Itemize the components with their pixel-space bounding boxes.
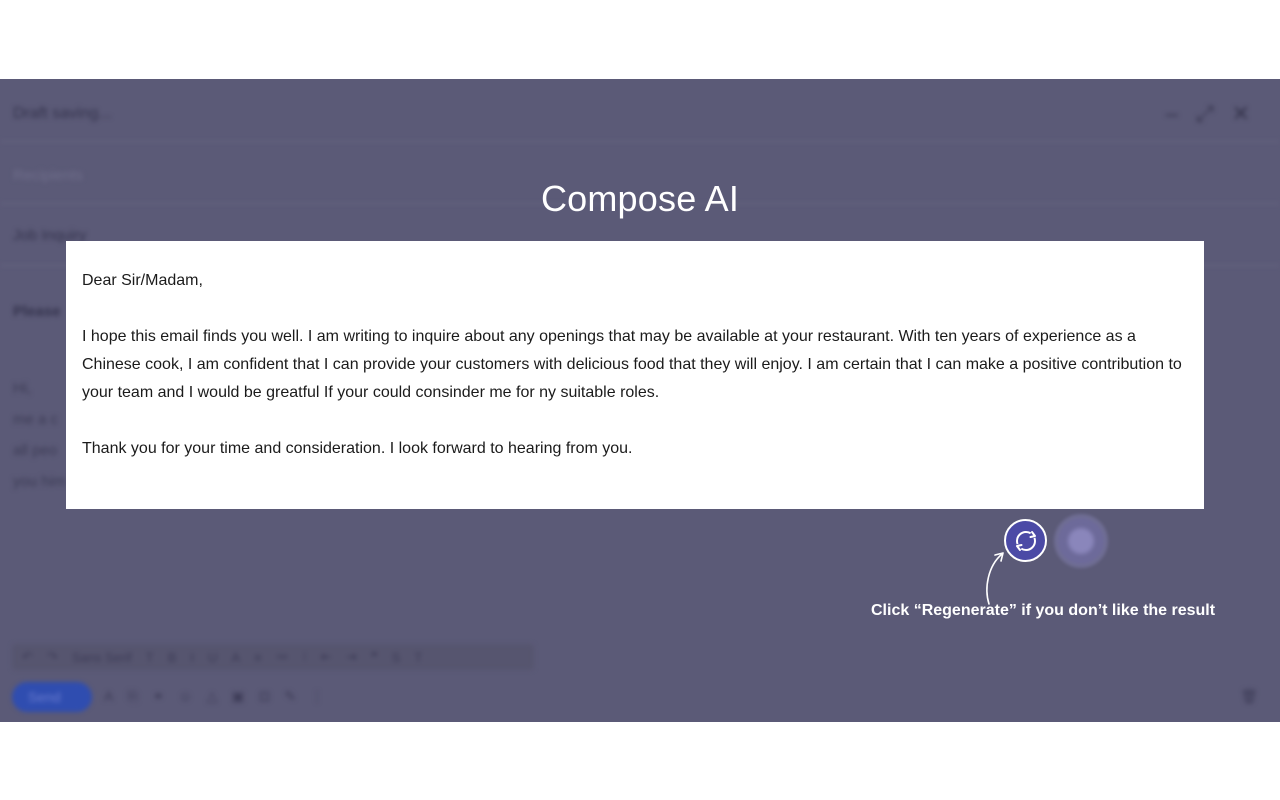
expand-icon: ⤢: [1195, 101, 1214, 126]
divider: [0, 141, 1280, 142]
body-line: Hi,: [13, 380, 32, 397]
text-color-icon: A: [231, 649, 241, 665]
link-icon: ⚭: [152, 688, 165, 704]
quote-icon: ❝: [370, 649, 378, 664]
window-controls: – ⤢ ✕: [1166, 101, 1250, 127]
refresh-icon: [1015, 530, 1036, 551]
format-icon: A: [104, 688, 114, 704]
composer-actions: A ⎘ ⚭ ☺ △ ▣ ⊡ ✎ ⋮: [104, 688, 324, 705]
minimize-icon: –: [1165, 101, 1178, 126]
body-line: all peo: [13, 442, 58, 459]
bullet-list-icon: ⁝: [302, 649, 307, 664]
image-icon: ▣: [231, 688, 245, 704]
undo-icon: ↶: [22, 649, 33, 664]
align-icon: ≡: [254, 649, 262, 665]
strikethrough-icon: S: [391, 649, 401, 665]
body-line: you him: [13, 473, 66, 490]
generated-email-card[interactable]: Dear Sir/Madam, I hope this email finds …: [66, 241, 1204, 509]
pen-icon: ✎: [284, 688, 297, 704]
more-icon: ⋮: [310, 688, 325, 704]
attach-icon: ⎘: [127, 688, 139, 704]
body-line: me a c: [13, 411, 59, 428]
bold-icon: B: [167, 649, 177, 665]
numbered-list-icon: ≔: [275, 649, 289, 664]
clear-format-icon: T: [414, 649, 423, 665]
indent-less-icon: ⇤: [320, 649, 332, 664]
draft-status: Draft saving...: [13, 105, 112, 122]
emoji-icon: ☺: [178, 688, 193, 704]
italic-icon: I: [190, 649, 195, 665]
background-body: Hi, me a c all peo you him: [13, 373, 66, 497]
email-paragraph: I hope this email finds you well. I am w…: [82, 328, 1182, 401]
prompt-line: Please: [13, 303, 61, 320]
regenerate-hint: Click “Regenerate” if you don’t like the…: [871, 602, 1216, 619]
close-icon: ✕: [1231, 101, 1250, 126]
lock-icon: ⊡: [258, 688, 271, 704]
drive-icon: △: [206, 688, 218, 704]
hint-arrow-icon: [986, 552, 1004, 605]
email-paragraph: Thank you for your time and consideratio…: [82, 440, 633, 457]
indent-more-icon: ⇥: [345, 649, 357, 664]
compose-ai-title: Compose AI: [540, 178, 740, 219]
redo-icon: ↷: [46, 649, 58, 664]
font-select: Sans Serif: [71, 649, 132, 665]
formatting-toolbar: ↶ ↷ Sans Serif T B I U A ≡ ≔ ⁝ ⇤ ⇥ ❝ S T: [12, 644, 534, 670]
blurred-button-icon: [1068, 528, 1094, 554]
email-greeting: Dear Sir/Madam,: [82, 272, 203, 289]
text-size-icon: T: [145, 649, 154, 665]
send-button: Send: [12, 682, 92, 712]
underline-icon: U: [208, 649, 218, 665]
trash-icon: 🗑: [1240, 688, 1258, 704]
